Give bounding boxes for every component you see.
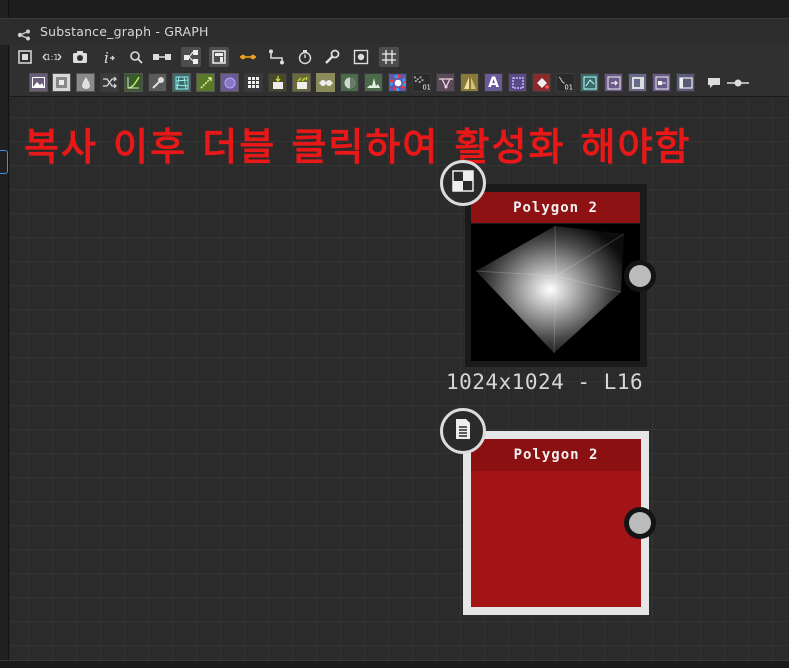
subgraph-node-icon[interactable]	[652, 73, 671, 92]
pixel-processor-icon[interactable]	[196, 73, 215, 92]
sharpen-node-icon[interactable]	[340, 73, 359, 92]
graph-toolbar: 1:1 i	[10, 44, 789, 70]
circle-node-icon[interactable]	[220, 73, 239, 92]
levels-node-icon[interactable]	[76, 73, 95, 92]
histogram-node-icon[interactable]	[364, 73, 383, 92]
hsl-node-icon[interactable]	[388, 73, 407, 92]
svg-node-icon[interactable]	[52, 73, 71, 92]
camera-icon[interactable]	[70, 47, 90, 67]
wrench-icon[interactable]	[322, 47, 342, 67]
pin-icon[interactable]	[726, 73, 750, 92]
link-style-icon[interactable]	[238, 47, 258, 67]
node-badge[interactable]	[440, 160, 486, 206]
polygon-node-header[interactable]: Polygon 2	[471, 192, 640, 223]
gradient-map-icon[interactable]	[148, 73, 167, 92]
shuffle-node-icon[interactable]	[100, 73, 119, 92]
distance-node-icon[interactable]	[580, 73, 599, 92]
node-library-toolbar: 01 A 01	[10, 70, 789, 97]
zoom-1to1-icon[interactable]: 1:1	[42, 47, 62, 67]
checker-icon	[452, 170, 474, 196]
graph-instance-icon[interactable]	[628, 73, 647, 92]
node-resolution-label: 1024x1024 - L16	[446, 370, 644, 394]
left-side-panel-edge	[0, 0, 9, 667]
link-angle-icon[interactable]	[267, 47, 287, 67]
document-icon	[454, 418, 472, 444]
preview-icon[interactable]	[351, 47, 371, 67]
tile-node-icon[interactable]	[244, 73, 263, 92]
warp-node-icon[interactable]	[172, 73, 191, 92]
frame-node-icon[interactable]	[676, 73, 695, 92]
align-icon[interactable]	[152, 47, 172, 67]
svg-text:01: 01	[422, 83, 430, 90]
annotation-comment: 복사 이후 더블 클릭하여 활성화 해야함	[24, 125, 692, 169]
grid-snap-icon[interactable]	[379, 47, 399, 67]
side-panel-tab-marker[interactable]	[0, 150, 8, 174]
svg-text:01: 01	[565, 83, 573, 90]
polygon-node-thumbnail	[471, 224, 640, 361]
blend-node-icon[interactable]	[316, 73, 335, 92]
output-node-icon[interactable]	[604, 73, 623, 92]
input-node-icon[interactable]	[268, 73, 287, 92]
svg-text:1:1: 1:1	[46, 53, 59, 62]
window-top-strip	[0, 0, 789, 18]
substance-graph-window: Substance_graph - GRAPH 1:1 i 0 A 01 복사 …	[0, 0, 789, 668]
info-icon[interactable]: i	[98, 47, 118, 67]
node-badge[interactable]	[440, 408, 486, 454]
graph-title-bar: Substance_graph - GRAPH	[0, 18, 789, 45]
curve-node-icon[interactable]	[124, 73, 143, 92]
value-node-icon[interactable]: 01	[556, 73, 575, 92]
mirror-node-icon[interactable]	[460, 73, 479, 92]
transform-node-icon[interactable]	[436, 73, 455, 92]
fx-map-icon[interactable]	[292, 73, 311, 92]
graph-icon	[17, 26, 31, 45]
selection-node-icon[interactable]	[508, 73, 527, 92]
svg-text:i: i	[104, 49, 109, 65]
list-view-icon[interactable]	[209, 47, 229, 67]
search-icon[interactable]	[126, 47, 146, 67]
noise-node-icon[interactable]: 01	[412, 73, 431, 92]
frame-all-icon[interactable]	[15, 47, 35, 67]
node-title: Polygon 2	[513, 447, 599, 463]
output-port[interactable]	[624, 507, 656, 539]
bitmap-node-icon[interactable]	[29, 73, 48, 92]
graph-title: Substance_graph - GRAPH	[40, 24, 209, 39]
polygon-node-copy-header[interactable]: Polygon 2	[471, 439, 641, 471]
timer-icon[interactable]	[295, 47, 315, 67]
text-node-icon[interactable]: A	[484, 73, 503, 92]
fill-node-icon[interactable]	[532, 73, 551, 92]
comment-icon[interactable]	[704, 73, 723, 92]
output-port[interactable]	[624, 260, 656, 292]
graph-canvas[interactable]	[10, 97, 789, 660]
node-view-icon[interactable]	[181, 47, 201, 67]
node-title: Polygon 2	[513, 199, 598, 216]
